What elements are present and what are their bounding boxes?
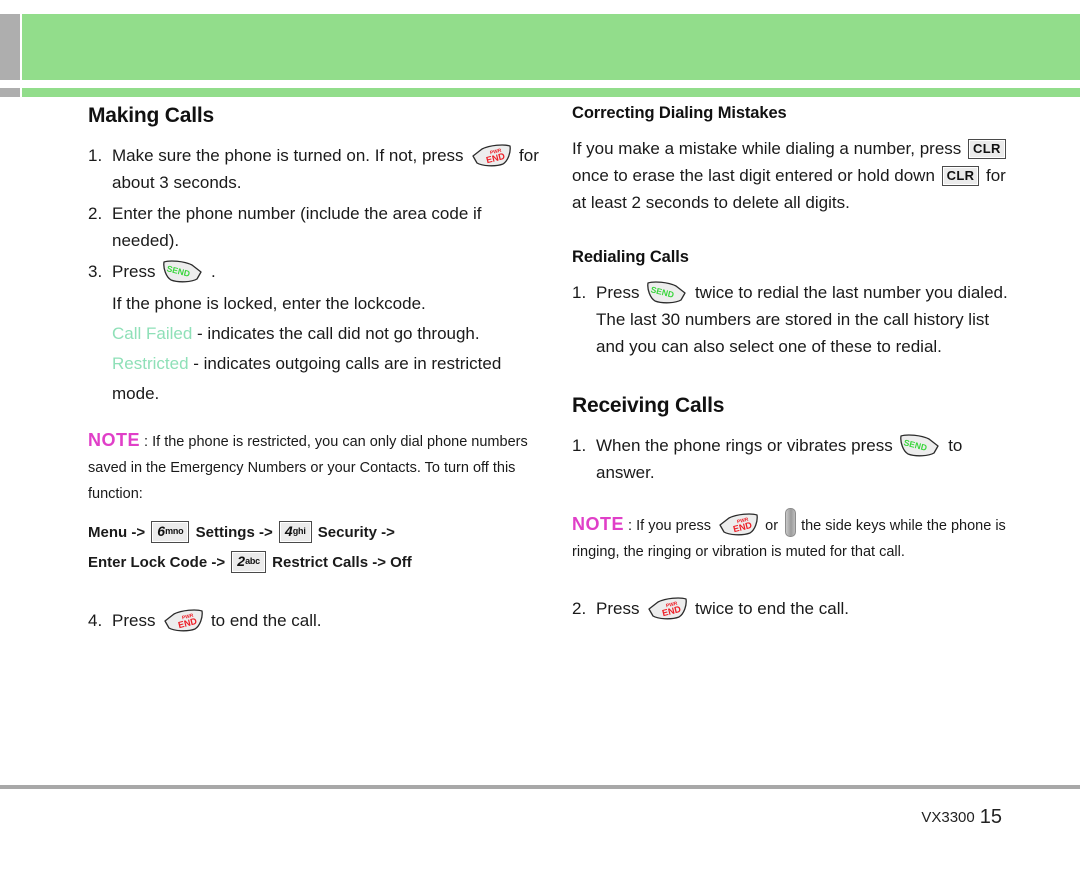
list-number: 2. xyxy=(88,204,103,223)
section-title-correcting-dialing-mistakes: Correcting Dialing Mistakes xyxy=(572,104,787,122)
menu-path-text: Menu -> xyxy=(88,524,146,541)
list-body: Press PWR END twice to end the call. xyxy=(596,595,1022,622)
step-text: Press xyxy=(112,262,156,281)
list-number: 1. xyxy=(88,146,103,165)
section-title-receiving-calls: Receiving Calls xyxy=(572,394,725,417)
status-badge: Restricted xyxy=(112,354,189,373)
left-column: Making Calls 1. Make sure the phone is t… xyxy=(88,104,540,638)
keypad-key-6[interactable]: 6mno xyxy=(151,521,190,543)
correcting-body: If you make a mistake while dialing a nu… xyxy=(572,135,1022,216)
page-header-band xyxy=(0,14,1080,80)
menu-path-text: Enter Lock Code -> xyxy=(88,554,226,571)
status-message-call-failed: Call Failed - indicates the call did not… xyxy=(112,319,540,349)
step-text-after: twice to end the call. xyxy=(694,599,849,618)
correcting-text-2: once to erase the last digit entered or … xyxy=(572,166,935,185)
note-label: NOTE xyxy=(572,514,625,534)
keypad-letters: abc xyxy=(245,556,260,566)
lockcode-note: If the phone is locked, enter the lockco… xyxy=(112,294,426,313)
send-key-icon: SEND xyxy=(162,260,204,283)
keypad-letters: mno xyxy=(165,526,184,536)
note-block-restricted: NOTE : If the phone is restricted, you c… xyxy=(88,427,540,507)
menu-path-text: Security -> xyxy=(317,524,395,541)
list-number: 2. xyxy=(572,599,587,618)
list-body: Press SEND twice to redial the last numb… xyxy=(596,279,1022,360)
list-item: 2. Press PWR END twice to end the call. xyxy=(572,595,1022,622)
send-key-icon: SEND xyxy=(646,281,688,304)
send-key-icon: SEND xyxy=(899,434,941,457)
right-column: Correcting Dialing Mistakes If you make … xyxy=(572,104,1022,626)
step-text: When the phone rings or vibrates press xyxy=(596,436,893,455)
list-number: 4. xyxy=(88,611,103,630)
list-body: Make sure the phone is turned on. If not… xyxy=(112,142,540,196)
end-key-icon: PWR END xyxy=(646,597,688,620)
list-item: 3. Press SEND . xyxy=(88,258,540,285)
header-rule-green-strip xyxy=(22,88,1080,97)
list-number: 3. xyxy=(88,262,103,281)
keypad-digit: 2 xyxy=(237,553,246,569)
step-text: Press xyxy=(112,611,156,630)
end-key-icon: PWR END xyxy=(162,609,204,632)
menu-path-line-1: Menu -> 6mno Settings -> 4ghi Security -… xyxy=(88,519,540,547)
note-block-receiving: NOTE : If you press PWR END or the side … xyxy=(572,508,1022,565)
section-title-redialing-calls: Redialing Calls xyxy=(572,248,689,266)
keypad-key-4[interactable]: 4ghi xyxy=(278,521,312,543)
step-text: Press xyxy=(596,283,640,302)
status-message-restricted: Restricted - indicates outgoing calls ar… xyxy=(112,349,540,409)
list-number: 1. xyxy=(572,283,587,302)
header-rule-left-tab xyxy=(0,88,20,97)
header-accent-rule xyxy=(0,88,1080,97)
keypad-letters: ghi xyxy=(292,526,306,536)
step-text-after: to end the call. xyxy=(210,611,322,630)
header-left-tab xyxy=(0,14,20,80)
status-badge: Call Failed xyxy=(112,324,193,343)
page-title-making-calls: Making Calls xyxy=(88,104,214,127)
keypad-digit: 4 xyxy=(284,523,293,539)
side-key-icon xyxy=(785,508,797,537)
footer: VX3300 15 xyxy=(921,806,1002,829)
menu-path-text: Restrict Calls -> Off xyxy=(272,554,412,571)
list-body: Press SEND . xyxy=(112,258,540,285)
list-number: 1. xyxy=(572,436,587,455)
list-item: 2. Enter the phone number (include the a… xyxy=(88,200,540,254)
correcting-text-1: If you make a mistake while dialing a nu… xyxy=(572,139,962,158)
keypad-digit: 6 xyxy=(157,523,166,539)
step-text: Make sure the phone is turned on. If not… xyxy=(112,146,464,165)
keypad-key-2[interactable]: 2abc xyxy=(231,551,266,573)
footer-divider xyxy=(0,785,1080,789)
list-body: Enter the phone number (include the area… xyxy=(112,204,482,250)
clr-key[interactable]: CLR xyxy=(941,166,980,186)
device-model-label: VX3300 xyxy=(921,809,975,826)
status-description: - indicates the call did not go through. xyxy=(197,324,480,343)
step-text-after: . xyxy=(210,262,216,281)
page-number: 15 xyxy=(979,806,1002,828)
clr-key[interactable]: CLR xyxy=(968,139,1006,159)
header-green-block xyxy=(22,14,1080,80)
note-text-1: : If you press xyxy=(628,518,712,534)
menu-path-line-2: Enter Lock Code -> 2abc Restrict Calls -… xyxy=(88,549,540,577)
note-label: NOTE xyxy=(88,430,141,450)
list-item: 1. When the phone rings or vibrates pres… xyxy=(572,432,1022,486)
list-item: 4. Press PWR END to end the call. xyxy=(88,607,540,634)
end-key-icon: PWR END xyxy=(717,513,759,536)
note-text-2: or xyxy=(765,518,779,534)
end-key-icon: PWR END xyxy=(470,144,512,167)
list-body: When the phone rings or vibrates press S… xyxy=(596,432,1022,486)
list-body: Press PWR END to end the call. xyxy=(112,607,540,634)
menu-path-text: Settings -> xyxy=(195,524,273,541)
note-body: : If the phone is restricted, you can on… xyxy=(88,434,528,502)
list-item: 1. Make sure the phone is turned on. If … xyxy=(88,142,540,196)
list-item: 1. Press SEND twice to redial the last n… xyxy=(572,279,1022,360)
step-text: Press xyxy=(596,599,640,618)
